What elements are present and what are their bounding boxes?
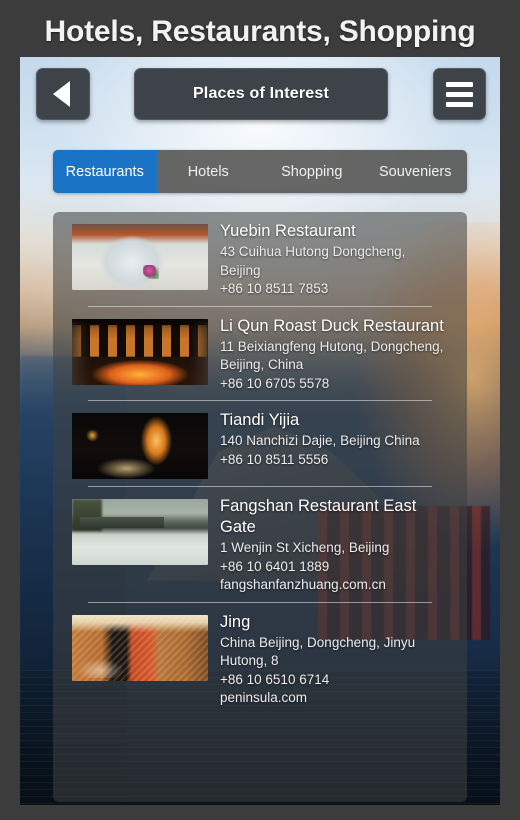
place-thumbnail (72, 224, 208, 290)
place-details: Fangshan Restaurant East Gate 1 Wenjin S… (208, 495, 449, 595)
place-website[interactable]: fangshanfanzhuang.com.cn (220, 576, 449, 595)
place-phone: +86 10 6401 1889 (220, 558, 330, 574)
place-details: Li Qun Roast Duck Restaurant 11 Beixiang… (208, 315, 449, 394)
place-name: Jing (220, 612, 251, 631)
place-details: Tiandi Yijia 140 Nanchizi Dajie, Beijing… (208, 409, 449, 469)
places-list-card: Yuebin Restaurant 43 Cuihua Hutong Dongc… (53, 212, 467, 802)
menu-button[interactable] (433, 68, 486, 120)
place-thumbnail (72, 614, 208, 681)
interior-photo-icon (72, 413, 208, 479)
place-name: Fangshan Restaurant East Gate (220, 497, 417, 536)
hamburger-icon-bar (446, 81, 473, 87)
place-address: 11 Beixiangfeng Hutong, Dongcheng, Beiji… (220, 338, 444, 373)
place-name: Tiandi Yijia (220, 411, 300, 429)
screen-title-button[interactable]: Places of Interest (134, 68, 388, 120)
tab-label: Shopping (281, 163, 343, 180)
top-bar: Places of Interest (20, 57, 500, 129)
place-details: Yuebin Restaurant 43 Cuihua Hutong Dongc… (208, 220, 449, 299)
place-website[interactable]: peninsula.com (220, 689, 449, 708)
place-phone: +86 10 6705 5578 (220, 375, 330, 391)
app-frame: Hotels, Restaurants, Shopping Places of … (0, 0, 520, 820)
list-item[interactable]: Tiandi Yijia 140 Nanchizi Dajie, Beijing… (53, 401, 467, 486)
place-thumbnail (72, 413, 208, 479)
list-item[interactable]: Fangshan Restaurant East Gate 1 Wenjin S… (53, 487, 467, 602)
tab-label: Hotels (187, 163, 229, 180)
tab-souveniers[interactable]: Souveniers (364, 150, 468, 193)
place-address: 140 Nanchizi Dajie, Beijing China (220, 433, 420, 448)
tab-label: Souveniers (378, 163, 452, 180)
place-address: China Beijing, Dongcheng, Jinyu Hutong, … (220, 634, 416, 669)
list-item[interactable]: Jing China Beijing, Dongcheng, Jinyu Hut… (53, 603, 467, 715)
place-name: Li Qun Roast Duck Restaurant (220, 316, 444, 335)
screen-title-label: Places of Interest (192, 85, 330, 102)
list-item[interactable]: Yuebin Restaurant 43 Cuihua Hutong Dongc… (53, 212, 467, 306)
river-photo-icon (72, 499, 208, 565)
tab-shopping[interactable]: Shopping (260, 150, 364, 193)
roast-duck-photo-icon (72, 318, 208, 385)
teacup-photo-icon (72, 224, 208, 290)
page-title: Hotels, Restaurants, Shopping (44, 15, 476, 48)
list-item[interactable]: Li Qun Roast Duck Restaurant 11 Beixiang… (53, 307, 467, 401)
category-tabbar: Restaurants Hotels Shopping Souveniers (53, 150, 467, 193)
tab-restaurants[interactable]: Restaurants (53, 150, 157, 193)
lantern-photo-icon (72, 614, 208, 681)
hamburger-icon-bar (446, 101, 473, 107)
place-phone: +86 10 8511 5556 (220, 451, 329, 467)
place-phone: +86 10 6510 6714 (220, 671, 330, 687)
place-name: Yuebin Restaurant (220, 222, 356, 240)
place-thumbnail (72, 318, 208, 385)
place-address: 1 Wenjin St Xicheng, Beijing (220, 540, 390, 555)
hamburger-icon-bar (446, 91, 473, 97)
content-viewport: Places of Interest Restaurants Hotels Sh… (20, 57, 500, 805)
place-thumbnail (72, 499, 208, 565)
tab-label: Restaurants (65, 163, 144, 180)
tab-hotels[interactable]: Hotels (157, 150, 261, 193)
place-phone: +86 10 8511 7853 (220, 281, 329, 296)
places-list: Yuebin Restaurant 43 Cuihua Hutong Dongc… (53, 212, 467, 715)
back-arrow-icon (53, 81, 70, 107)
place-address: 43 Cuihua Hutong Dongcheng, Beijing (220, 244, 406, 278)
back-button[interactable] (36, 68, 90, 120)
place-details: Jing China Beijing, Dongcheng, Jinyu Hut… (208, 611, 449, 708)
